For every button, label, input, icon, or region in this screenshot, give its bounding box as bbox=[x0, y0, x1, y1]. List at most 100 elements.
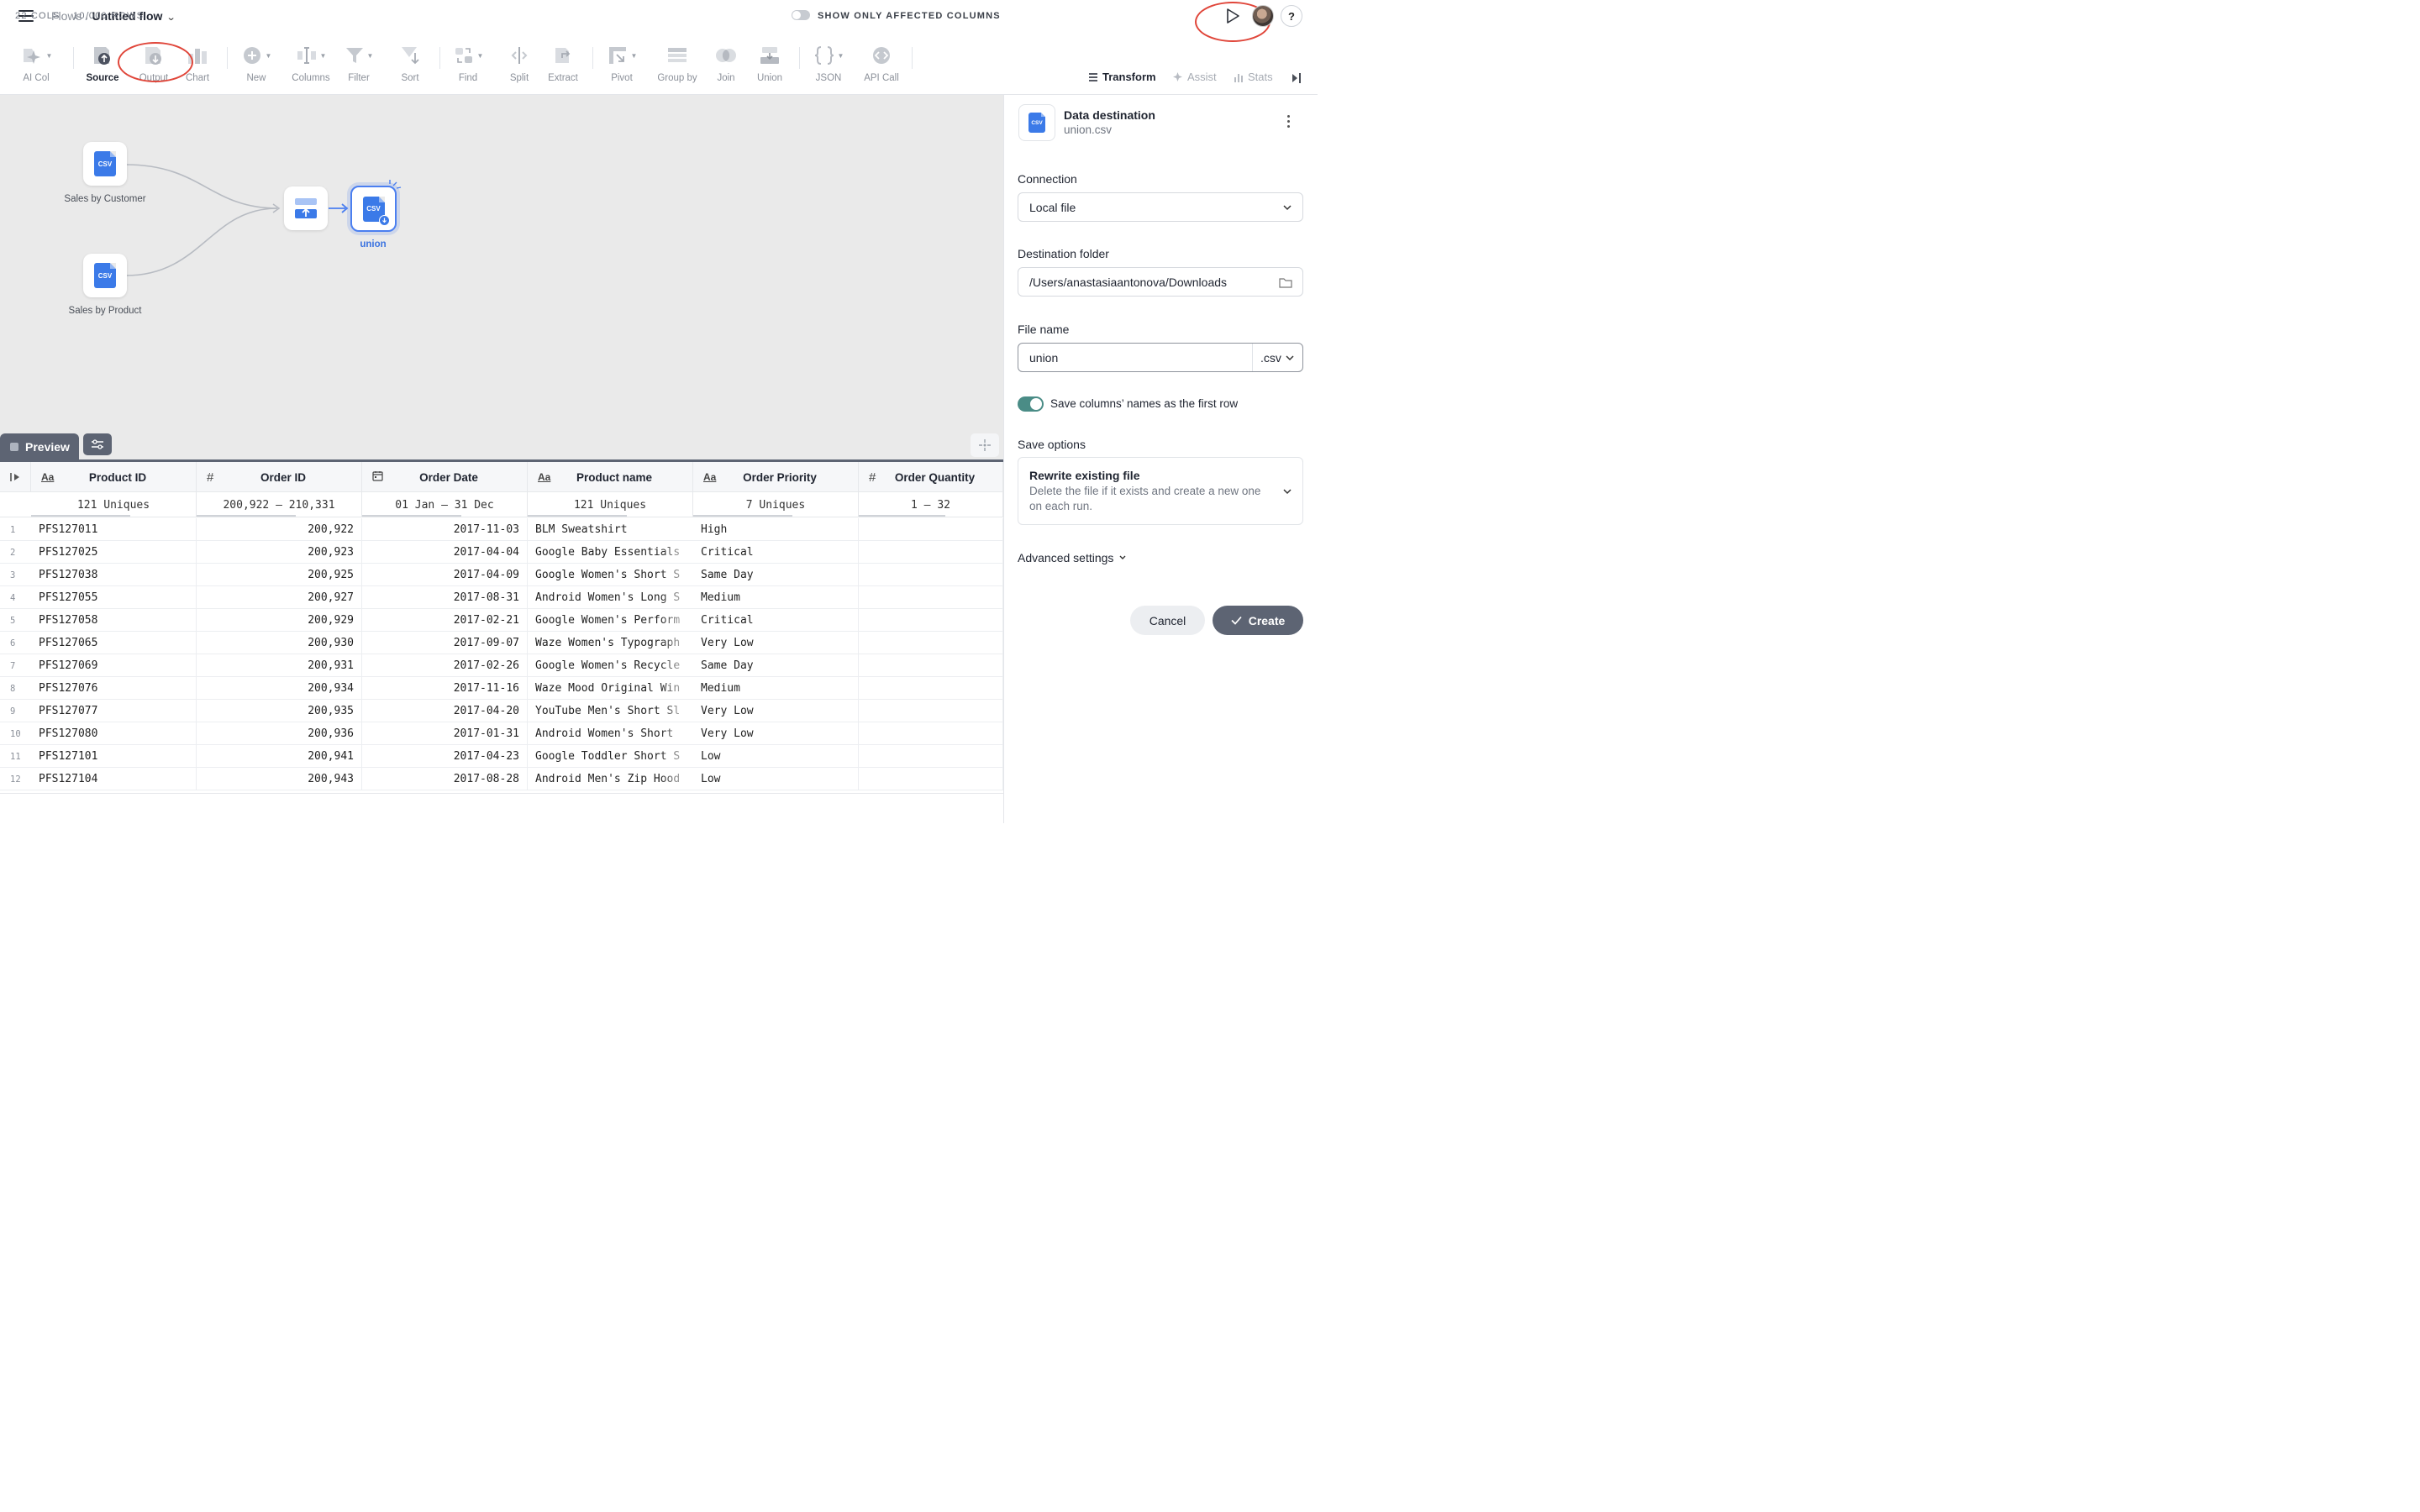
affected-columns-toggle[interactable] bbox=[792, 10, 810, 20]
avatar[interactable] bbox=[1252, 5, 1274, 27]
column-header[interactable]: Aa Order Priority bbox=[693, 462, 859, 492]
table-cell[interactable] bbox=[859, 768, 1003, 790]
table-cell[interactable] bbox=[859, 518, 1003, 541]
tab-preview[interactable]: Preview bbox=[0, 433, 79, 459]
table-cell[interactable]: 2017-08-31 bbox=[362, 586, 528, 609]
table-cell[interactable]: BLM Sweatshirt bbox=[528, 518, 693, 541]
table-cell[interactable]: PFS127058 bbox=[31, 609, 197, 632]
save-option-select[interactable]: Rewrite existing file Delete the file if… bbox=[1018, 457, 1303, 525]
table-cell[interactable]: Medium bbox=[693, 586, 859, 609]
table-cell[interactable]: Same Day bbox=[693, 654, 859, 677]
table-cell[interactable] bbox=[859, 654, 1003, 677]
table-cell[interactable]: 200,943 bbox=[197, 768, 362, 790]
file-name-input[interactable]: union .csv bbox=[1018, 343, 1303, 372]
more-options-icon[interactable] bbox=[1287, 115, 1291, 128]
table-cell[interactable] bbox=[859, 722, 1003, 745]
table-cell[interactable] bbox=[859, 541, 1003, 564]
tool-ai-col[interactable]: ▼ AI Col bbox=[9, 42, 63, 83]
preview-settings-button[interactable] bbox=[83, 433, 112, 455]
table-cell[interactable]: 2017-04-04 bbox=[362, 541, 528, 564]
table-cell[interactable]: Google Women's Recycle bbox=[528, 654, 693, 677]
table-row[interactable]: 10 PFS127080 200,936 2017-01-31 Android Wome… bbox=[0, 722, 1003, 745]
tool-columns[interactable]: ▼ Columns bbox=[284, 42, 338, 83]
table-cell[interactable] bbox=[859, 632, 1003, 654]
table-cell[interactable]: 2017-11-16 bbox=[362, 677, 528, 700]
tool-filter[interactable]: ▼ Filter bbox=[332, 42, 386, 83]
flow-canvas[interactable] bbox=[0, 95, 1003, 459]
table-cell[interactable]: 200,922 bbox=[197, 518, 362, 541]
help-button[interactable]: ? bbox=[1281, 5, 1302, 27]
table-cell[interactable]: Android Women's Long S bbox=[528, 586, 693, 609]
tab-assist[interactable]: Assist bbox=[1172, 71, 1217, 83]
table-cell[interactable]: Low bbox=[693, 768, 859, 790]
table-cell[interactable]: 200,930 bbox=[197, 632, 362, 654]
table-row[interactable]: 5 PFS127058 200,929 2017-02-21 Google Women'… bbox=[0, 609, 1003, 632]
table-cell[interactable]: Android Women's Short bbox=[528, 722, 693, 745]
table-row[interactable]: 11 PFS127101 200,941 2017-04-23 Google Toddl… bbox=[0, 745, 1003, 768]
table-cell[interactable]: Android Men's Zip Hood bbox=[528, 768, 693, 790]
table-cell[interactable]: 2017-08-28 bbox=[362, 768, 528, 790]
table-cell[interactable]: 2017-04-23 bbox=[362, 745, 528, 768]
tool-union[interactable]: Union bbox=[743, 42, 797, 83]
table-cell[interactable]: Low bbox=[693, 745, 859, 768]
tab-stats[interactable]: Stats bbox=[1234, 71, 1273, 83]
advanced-settings-toggle[interactable]: Advanced settings bbox=[1018, 551, 1127, 564]
collapse-columns-icon[interactable] bbox=[0, 462, 31, 492]
create-button[interactable]: Create bbox=[1213, 606, 1303, 635]
table-cell[interactable] bbox=[859, 677, 1003, 700]
tool-find[interactable]: ▼ Find bbox=[441, 42, 495, 83]
collapse-panel-icon[interactable] bbox=[1291, 72, 1302, 87]
column-header[interactable]: Order Date bbox=[362, 462, 528, 492]
table-cell[interactable]: PFS127077 bbox=[31, 700, 197, 722]
table-cell[interactable]: PFS127104 bbox=[31, 768, 197, 790]
save-column-names-toggle[interactable] bbox=[1018, 396, 1044, 412]
table-cell[interactable]: 2017-11-03 bbox=[362, 518, 528, 541]
table-cell[interactable]: 2017-02-26 bbox=[362, 654, 528, 677]
tool-group-by[interactable]: Group by bbox=[650, 42, 704, 83]
table-cell[interactable]: PFS127069 bbox=[31, 654, 197, 677]
table-row[interactable]: 7 PFS127069 200,931 2017-02-26 Google Women'… bbox=[0, 654, 1003, 677]
table-cell[interactable]: Critical bbox=[693, 609, 859, 632]
table-cell[interactable]: Google Baby Essentials bbox=[528, 541, 693, 564]
table-row[interactable]: 3 PFS127038 200,925 2017-04-09 Google Women'… bbox=[0, 564, 1003, 586]
connection-select[interactable]: Local file bbox=[1018, 192, 1303, 222]
node-union[interactable] bbox=[284, 186, 328, 230]
table-cell[interactable] bbox=[859, 564, 1003, 586]
table-cell[interactable]: 2017-04-20 bbox=[362, 700, 528, 722]
table-cell[interactable]: YouTube Men's Short Sl bbox=[528, 700, 693, 722]
table-cell[interactable]: PFS127065 bbox=[31, 632, 197, 654]
table-row[interactable]: 4 PFS127055 200,927 2017-08-31 Android Women… bbox=[0, 586, 1003, 609]
table-cell[interactable]: 200,934 bbox=[197, 677, 362, 700]
table-cell[interactable]: Very Low bbox=[693, 722, 859, 745]
table-row[interactable]: 8 PFS127076 200,934 2017-11-16 Waze Mood Ori… bbox=[0, 677, 1003, 700]
table-cell[interactable]: PFS127011 bbox=[31, 518, 197, 541]
table-cell[interactable]: PFS127076 bbox=[31, 677, 197, 700]
table-cell[interactable]: 200,941 bbox=[197, 745, 362, 768]
table-cell[interactable]: 200,931 bbox=[197, 654, 362, 677]
table-cell[interactable] bbox=[859, 700, 1003, 722]
tool-extract[interactable]: Extract bbox=[536, 42, 590, 83]
table-cell[interactable]: 200,935 bbox=[197, 700, 362, 722]
table-cell[interactable]: 200,923 bbox=[197, 541, 362, 564]
table-cell[interactable]: PFS127080 bbox=[31, 722, 197, 745]
table-cell[interactable]: 2017-09-07 bbox=[362, 632, 528, 654]
table-cell[interactable]: Google Women's Short S bbox=[528, 564, 693, 586]
table-cell[interactable]: Critical bbox=[693, 541, 859, 564]
table-cell[interactable]: 2017-01-31 bbox=[362, 722, 528, 745]
table-cell[interactable]: 200,929 bbox=[197, 609, 362, 632]
table-row[interactable]: 9 PFS127077 200,935 2017-04-20 YouTube Men's… bbox=[0, 700, 1003, 722]
tab-transform[interactable]: Transform bbox=[1088, 71, 1156, 83]
table-cell[interactable]: Google Toddler Short S bbox=[528, 745, 693, 768]
table-cell[interactable]: Waze Women's Typograph bbox=[528, 632, 693, 654]
table-cell[interactable]: Medium bbox=[693, 677, 859, 700]
table-cell[interactable]: Very Low bbox=[693, 700, 859, 722]
tool-json[interactable]: ▼ JSON bbox=[802, 42, 855, 83]
table-cell[interactable] bbox=[859, 586, 1003, 609]
table-row[interactable]: 6 PFS127065 200,930 2017-09-07 Waze Women's … bbox=[0, 632, 1003, 654]
destination-folder-field[interactable]: /Users/anastasiaantonova/Downloads bbox=[1018, 267, 1303, 297]
column-header[interactable]: # Order ID bbox=[197, 462, 362, 492]
table-cell[interactable]: Very Low bbox=[693, 632, 859, 654]
column-header[interactable]: Aa Product ID bbox=[31, 462, 197, 492]
table-row[interactable]: 12 PFS127104 200,943 2017-08-28 Android Men'… bbox=[0, 768, 1003, 790]
fit-view-button[interactable] bbox=[971, 433, 999, 457]
